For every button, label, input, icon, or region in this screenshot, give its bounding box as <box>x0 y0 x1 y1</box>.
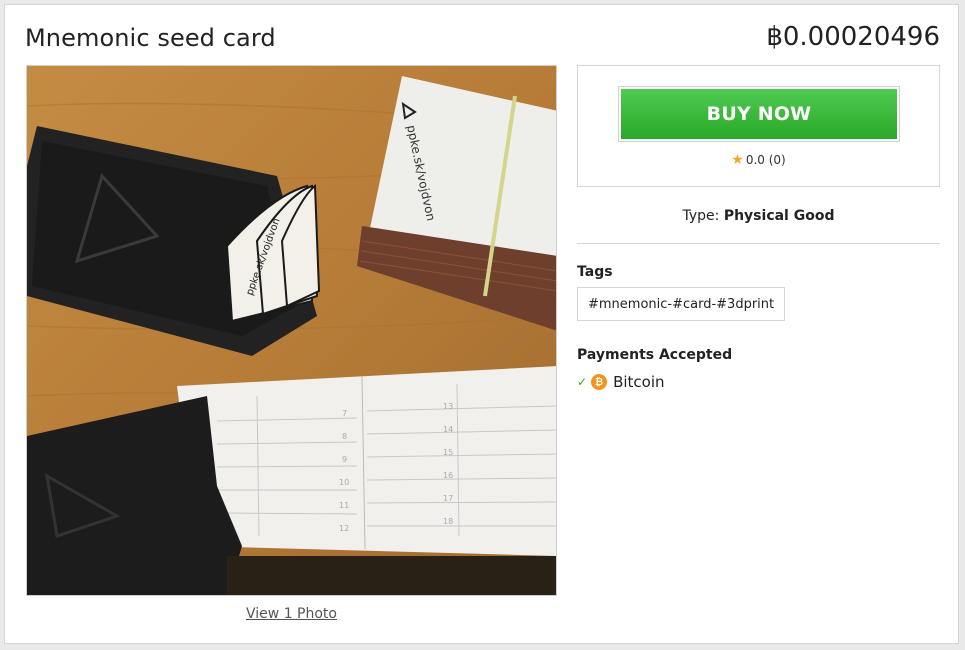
listing-card: Mnemonic seed card ฿0.00020496 ppke.sk/v… <box>4 4 959 644</box>
grid-number: 12 <box>339 524 349 533</box>
grid-number: 18 <box>443 517 453 526</box>
grid-number: 17 <box>443 494 453 503</box>
view-photos-link[interactable]: View 1 Photo <box>26 606 557 622</box>
bitcoin-icon: ₿ <box>591 374 608 390</box>
payment-method-bitcoin: ✓ ₿ Bitcoin <box>577 373 665 391</box>
grid-number: 10 <box>339 478 349 487</box>
star-icon: ★ <box>731 152 744 168</box>
product-photo-image: ppke.sk/vojdvon ppke.sk/vojdvon 7 8 9 10… <box>27 66 556 595</box>
item-type: Type: Physical Good <box>577 208 940 224</box>
purchase-box: BUY NOW ★ 0.0 (0) <box>577 65 940 187</box>
grid-number: 13 <box>443 402 453 411</box>
divider <box>577 243 940 244</box>
checkmark-icon: ✓ <box>577 375 588 389</box>
grid-number: 9 <box>342 455 347 464</box>
type-value: Physical Good <box>723 208 835 224</box>
grid-number: 11 <box>339 501 349 510</box>
rating-count: (0) <box>768 153 786 167</box>
buy-now-label: BUY NOW <box>621 89 897 139</box>
payments-heading: Payments Accepted <box>577 347 733 363</box>
grid-number: 14 <box>443 425 453 434</box>
listing-title: Mnemonic seed card <box>25 24 276 52</box>
grid-number: 8 <box>342 432 347 441</box>
rating: ★ 0.0 (0) <box>578 152 939 168</box>
grid-number: 16 <box>443 471 453 480</box>
product-photo[interactable]: ppke.sk/vojdvon ppke.sk/vojdvon 7 8 9 10… <box>26 65 557 596</box>
payment-method-label: Bitcoin <box>613 373 665 391</box>
tag-chip[interactable]: #mnemonic-#card-#3dprint <box>577 287 786 321</box>
rating-value: 0.0 <box>745 153 765 167</box>
buy-now-button[interactable]: BUY NOW <box>618 86 900 142</box>
grid-number: 7 <box>342 409 347 418</box>
tags-heading: Tags <box>577 264 613 280</box>
grid-number: 15 <box>443 448 453 457</box>
listing-price: ฿0.00020496 <box>766 22 940 52</box>
type-label: Type: <box>682 208 720 224</box>
